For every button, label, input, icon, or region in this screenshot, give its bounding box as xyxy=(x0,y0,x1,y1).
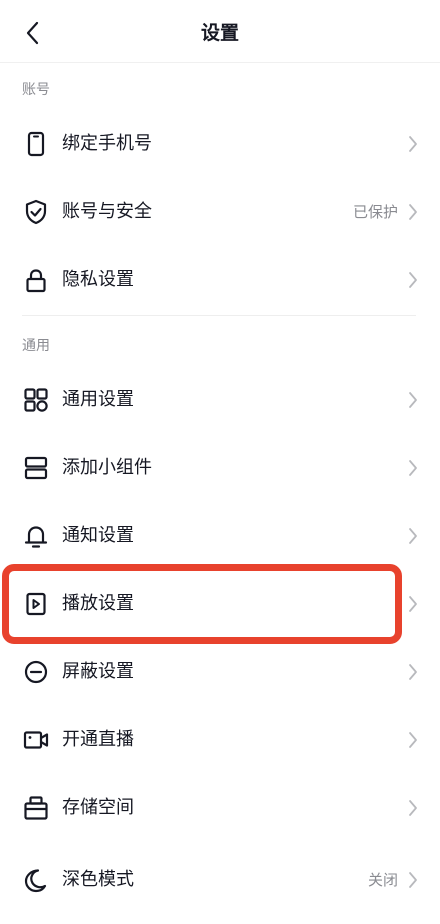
settings-item-label: 通用设置 xyxy=(62,389,134,410)
chevron-right-icon xyxy=(409,460,417,476)
chevron-right-icon xyxy=(409,800,417,816)
settings-item-label: 开通直播 xyxy=(62,729,134,750)
settings-item-live[interactable]: 开通直播 xyxy=(0,706,440,774)
chevron-right-icon xyxy=(409,272,417,288)
top-bar: 设置 xyxy=(0,0,440,63)
settings-item-label: 播放设置 xyxy=(62,593,134,614)
settings-item-value: 已保护 xyxy=(352,203,398,221)
page-title: 设置 xyxy=(200,22,239,44)
chevron-right-icon xyxy=(409,204,417,220)
shield-check-icon xyxy=(25,199,47,225)
settings-item-label: 通知设置 xyxy=(62,525,134,546)
grid-icon xyxy=(24,388,48,412)
settings-item-value: 关闭 xyxy=(367,871,398,889)
widget-icon xyxy=(24,456,48,480)
settings-item-block[interactable]: 屏蔽设置 xyxy=(0,638,440,706)
settings-item-label: 添加小组件 xyxy=(62,457,152,478)
chevron-right-icon xyxy=(409,732,417,748)
storage-box-icon xyxy=(24,796,48,820)
settings-item-playback[interactable]: 播放设置 xyxy=(0,570,440,638)
chevron-right-icon xyxy=(409,596,417,612)
settings-item-bind-phone[interactable]: 绑定手机号 xyxy=(0,110,440,178)
section-divider xyxy=(22,315,416,316)
settings-item-label: 深色模式 xyxy=(62,869,134,890)
settings-item-general[interactable]: 通用设置 xyxy=(0,366,440,434)
settings-item-storage[interactable]: 存储空间 xyxy=(0,774,440,842)
chevron-right-icon xyxy=(409,392,417,408)
block-icon xyxy=(24,660,48,684)
settings-item-label: 绑定手机号 xyxy=(62,133,152,154)
lock-icon xyxy=(26,269,46,293)
play-icon xyxy=(26,592,46,616)
settings-item-account-security[interactable]: 账号与安全 已保护 xyxy=(0,178,440,246)
settings-item-add-widget[interactable]: 添加小组件 xyxy=(0,434,440,502)
video-camera-icon xyxy=(23,731,49,749)
section-label-general: 通用 xyxy=(22,338,50,354)
chevron-right-icon xyxy=(409,664,417,680)
settings-item-privacy[interactable]: 隐私设置 xyxy=(0,246,440,314)
chevron-right-icon xyxy=(409,528,417,544)
settings-item-notifications[interactable]: 通知设置 xyxy=(0,502,440,570)
settings-item-label: 存储空间 xyxy=(62,797,134,818)
settings-item-dark-mode[interactable]: 深色模式 关闭 xyxy=(0,846,440,914)
chevron-right-icon xyxy=(409,872,417,888)
moon-icon xyxy=(24,869,47,893)
section-label-account: 账号 xyxy=(22,82,50,98)
bell-icon xyxy=(24,526,48,548)
chevron-right-icon xyxy=(409,136,417,152)
settings-item-label: 屏蔽设置 xyxy=(62,661,134,682)
phone-icon xyxy=(27,131,45,157)
settings-item-label: 隐私设置 xyxy=(62,269,134,290)
settings-item-label: 账号与安全 xyxy=(62,201,152,222)
